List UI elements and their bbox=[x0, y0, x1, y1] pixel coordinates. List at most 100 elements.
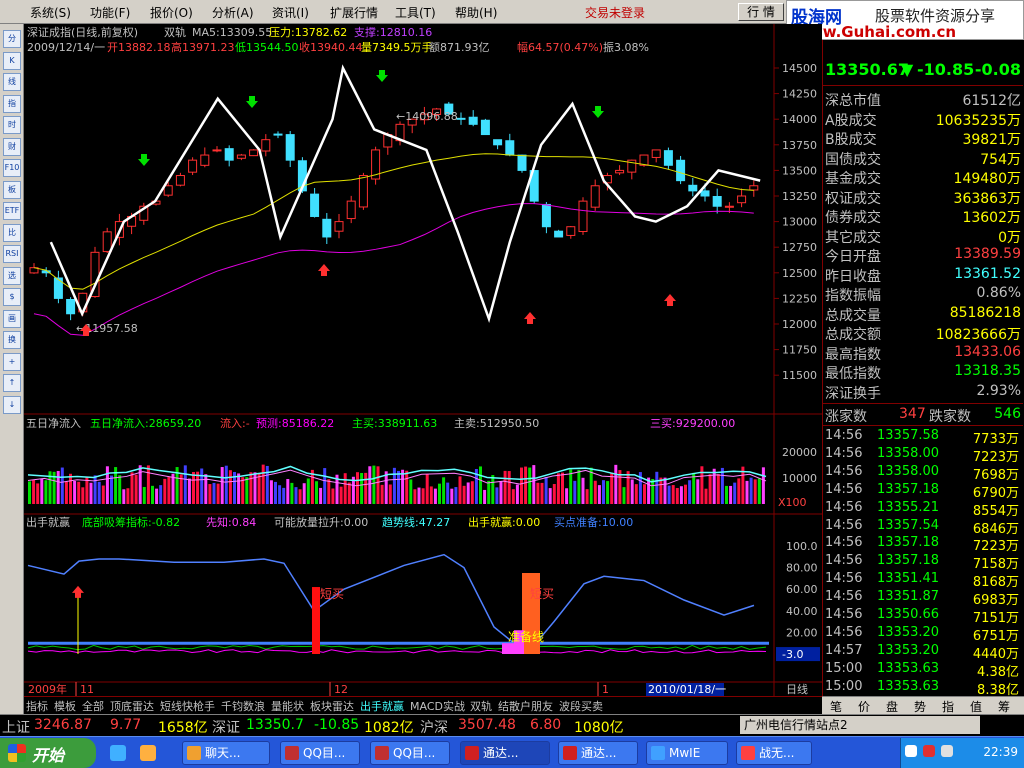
low-buy-prep: 买点准备:10.00 bbox=[554, 515, 633, 529]
tick-price: 13357.58 bbox=[877, 428, 940, 443]
right-tab[interactable]: 筹 bbox=[992, 698, 1016, 715]
right-tab[interactable]: 笔 bbox=[824, 698, 848, 715]
menu-extended[interactable]: 扩展行情 bbox=[330, 4, 378, 21]
menu-help[interactable]: 帮助(H) bbox=[455, 4, 497, 21]
x-axis-label: 1 bbox=[602, 683, 609, 696]
toolbar-icon[interactable]: + bbox=[3, 352, 21, 371]
y-tick-label: 12500 bbox=[782, 267, 817, 280]
toolbar-icon[interactable]: 画 bbox=[3, 309, 21, 328]
toolbar-icon[interactable]: $ bbox=[3, 288, 21, 306]
flow-bar bbox=[602, 480, 605, 504]
tray-app-icon[interactable] bbox=[923, 745, 935, 757]
flow-bar bbox=[552, 484, 556, 504]
login-status[interactable]: 交易未登录 bbox=[585, 4, 645, 21]
toolbar-icon[interactable]: ETF bbox=[3, 202, 21, 220]
toolbar-icon[interactable]: ↑ bbox=[3, 374, 21, 392]
stat-row: 深证换手 2.93% bbox=[825, 383, 1023, 402]
candle bbox=[480, 119, 490, 136]
menu-quote[interactable]: 报价(O) bbox=[150, 4, 193, 21]
start-button[interactable]: 开始 bbox=[0, 738, 96, 768]
task-qq-1[interactable]: QQ目... bbox=[303, 746, 345, 760]
indicator-tab[interactable]: 出手就赢 bbox=[360, 698, 404, 714]
right-tab[interactable]: 势 bbox=[908, 698, 932, 715]
clock[interactable]: 22:39 bbox=[983, 745, 1018, 759]
menu-function[interactable]: 功能(F) bbox=[90, 4, 130, 21]
stat-label: 最高指数 bbox=[825, 346, 881, 363]
mid-main-sell: 主卖:512950.50 bbox=[454, 417, 539, 430]
toolbar-icon[interactable]: K bbox=[3, 51, 21, 70]
task-war[interactable]: 战无... bbox=[759, 746, 794, 760]
menu-tools[interactable]: 工具(T) bbox=[395, 4, 436, 21]
flow-bar bbox=[294, 487, 298, 504]
toolbar-icon[interactable]: 选 bbox=[3, 266, 21, 285]
menu-analysis[interactable]: 分析(A) bbox=[212, 4, 254, 21]
stat-row: 深总市值 61512亿 bbox=[825, 90, 1023, 109]
stat-value: 61512亿 bbox=[962, 93, 1021, 109]
indicator-tab[interactable]: 板块雷达 bbox=[310, 698, 354, 714]
toolbar-icon[interactable]: 比 bbox=[3, 223, 21, 242]
flow-bar bbox=[93, 475, 97, 504]
right-tab[interactable]: 值 bbox=[964, 698, 988, 715]
quicklaunch-icon[interactable] bbox=[140, 745, 156, 761]
indicator-tab[interactable]: 指标 bbox=[26, 698, 48, 714]
tick-volume: 4440万 bbox=[972, 646, 1019, 662]
tick-price: 13357.18 bbox=[877, 553, 940, 569]
indicator-tab[interactable]: 量能状 bbox=[271, 698, 304, 714]
flow-bar bbox=[77, 481, 81, 504]
quicklaunch-icon[interactable] bbox=[110, 745, 126, 761]
toolbar-icon[interactable]: 时 bbox=[3, 116, 21, 134]
network-icon[interactable] bbox=[905, 745, 917, 757]
flow-bar bbox=[319, 487, 323, 504]
toolbar-icon[interactable]: 分 bbox=[3, 30, 21, 48]
flow-bar bbox=[544, 476, 548, 504]
task-mwie[interactable]: MwIE bbox=[669, 746, 700, 760]
volume-icon[interactable] bbox=[941, 745, 953, 757]
quote-button[interactable]: 行 情 bbox=[738, 3, 784, 21]
toolbar-icon[interactable]: F10 bbox=[3, 159, 21, 177]
indicator-tab[interactable]: 双轨 bbox=[470, 698, 492, 714]
stat-value: 13602万 bbox=[962, 210, 1021, 226]
right-tab[interactable]: 指 bbox=[936, 698, 960, 715]
indicator-tab[interactable]: 顶底雷达 bbox=[110, 698, 154, 714]
task-tdx-1[interactable]: 通达... bbox=[483, 746, 518, 760]
ohlc-field: 低13544.50 bbox=[235, 41, 299, 54]
flow-bar bbox=[187, 478, 191, 504]
right-tab[interactable]: 盘 bbox=[880, 698, 904, 715]
toolbar-icon[interactable]: RSI bbox=[3, 245, 21, 263]
menu-info[interactable]: 资讯(I) bbox=[272, 4, 309, 21]
indicator-tab[interactable]: 波段买卖 bbox=[559, 698, 603, 714]
toolbar-icon[interactable]: 换 bbox=[3, 331, 21, 349]
toolbar-icon[interactable]: ↓ bbox=[3, 395, 21, 414]
flow-bar bbox=[606, 481, 610, 504]
kline-chart[interactable]: 深证成指(日线,前复权) 双轨 MA5:13309.55压力:13782.62 支撑:… bbox=[24, 24, 822, 696]
indicator-tab[interactable]: MACD实战 bbox=[410, 698, 465, 714]
indicator-tab[interactable]: 结散户朋友 bbox=[498, 698, 553, 714]
indicator-tab[interactable]: 全部 bbox=[82, 698, 104, 714]
indicator-tab[interactable]: 短线快枪手 bbox=[160, 698, 215, 714]
stat-row: 总成交额 10823666万 bbox=[825, 324, 1023, 343]
indicator-tab[interactable]: 千钧数浪 bbox=[221, 698, 265, 714]
flow-bar bbox=[561, 472, 564, 504]
flow-bar bbox=[44, 480, 48, 504]
indicator-tab[interactable]: 模板 bbox=[54, 698, 76, 714]
stat-row: 今日开盘 13389.59 bbox=[825, 246, 1023, 265]
toolbar-icon[interactable]: 财 bbox=[3, 137, 21, 156]
chart-title: 深证成指(日线,前复权) bbox=[27, 25, 138, 39]
task-chat[interactable]: 聊天... bbox=[205, 746, 240, 760]
flow-bar bbox=[40, 478, 44, 504]
right-tab[interactable]: 价 bbox=[852, 698, 876, 715]
flow-bar bbox=[306, 478, 310, 504]
flow-bar bbox=[196, 471, 200, 504]
toolbar-icon[interactable]: 板 bbox=[3, 180, 21, 199]
y-tick-label: 11750 bbox=[782, 344, 817, 357]
tick-row: 14:56 13350.66 7151万 bbox=[823, 607, 1023, 626]
station-selector[interactable]: 广州电信行情站点2 bbox=[740, 716, 980, 734]
chart-background bbox=[24, 24, 822, 696]
task-tdx-2[interactable]: 通达... bbox=[581, 746, 616, 760]
toolbar-icon[interactable]: 线 bbox=[3, 73, 21, 91]
menu-system[interactable]: 系统(S) bbox=[30, 4, 71, 21]
task-qq-2[interactable]: QQ目... bbox=[393, 746, 435, 760]
toolbar-icon[interactable]: 指 bbox=[3, 94, 21, 113]
tick-volume: 7223万 bbox=[972, 539, 1019, 555]
flow-bar bbox=[487, 480, 491, 504]
